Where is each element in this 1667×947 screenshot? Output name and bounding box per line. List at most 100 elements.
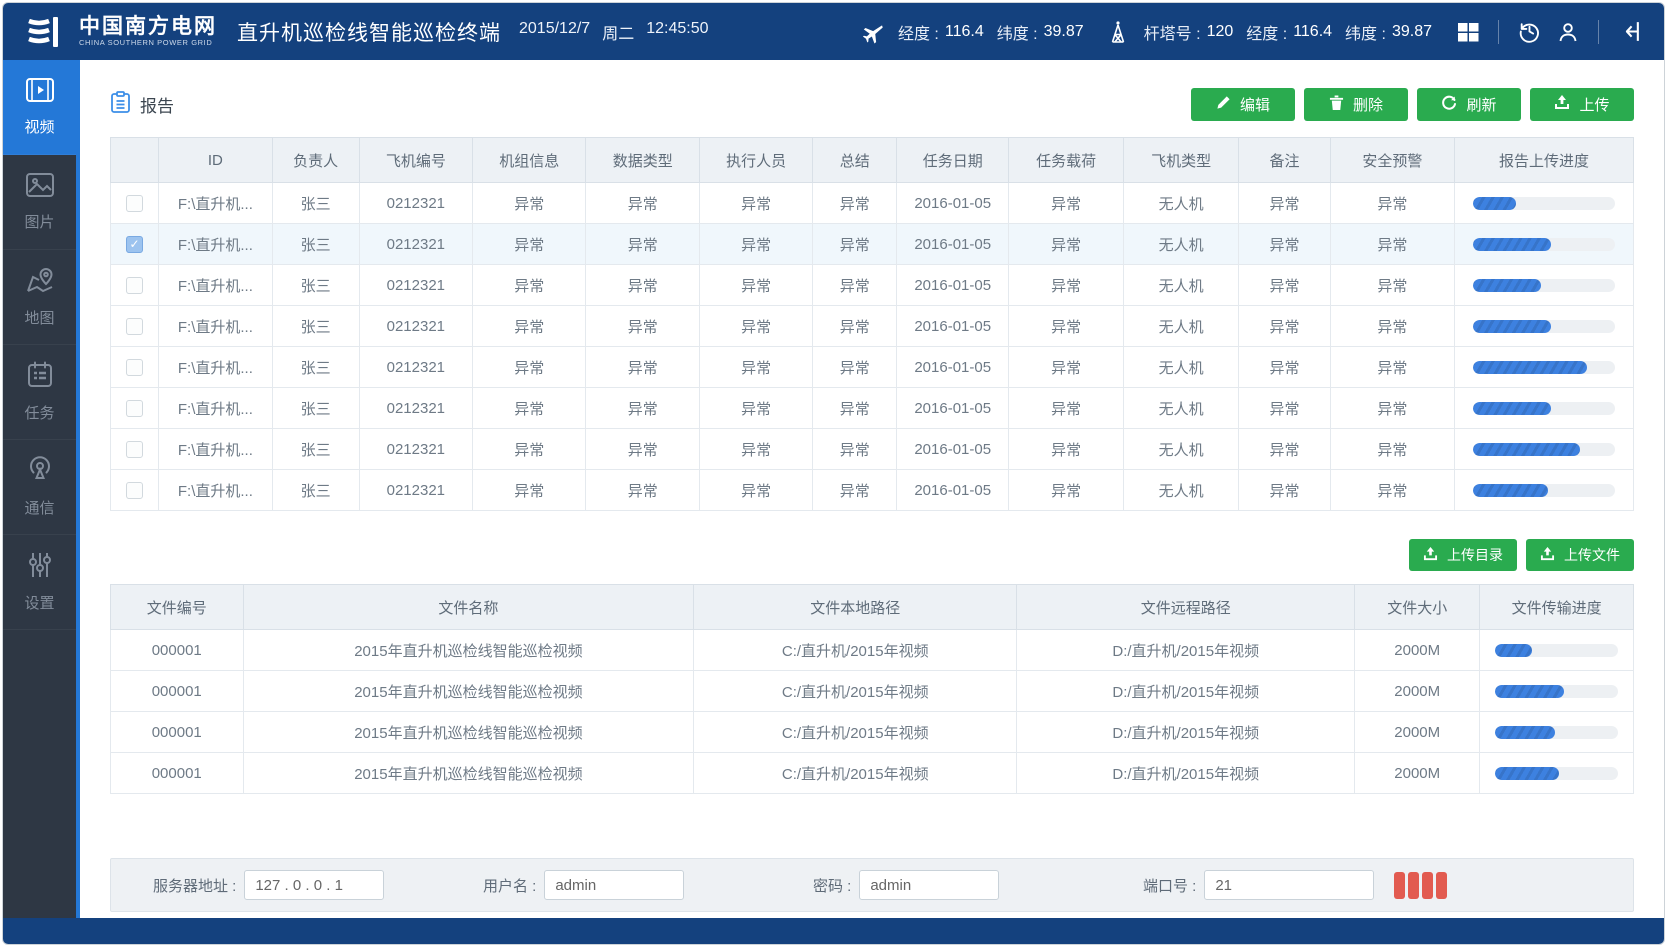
cell-payload: 异常 xyxy=(1009,388,1124,429)
cell-summary: 异常 xyxy=(813,306,897,347)
upload-directory-button[interactable]: 上传目录 xyxy=(1409,539,1517,571)
cell-id: F:\直升机... xyxy=(159,224,272,265)
time: 12:45:50 xyxy=(646,20,708,44)
cell-data-type: 异常 xyxy=(586,429,699,470)
cell-upload-progress xyxy=(1455,306,1634,347)
progress-track xyxy=(1473,443,1615,456)
row-checkbox[interactable] xyxy=(126,318,143,335)
cell-crew-info: 异常 xyxy=(473,347,586,388)
logout-icon[interactable] xyxy=(1616,19,1642,45)
cell-data-type: 异常 xyxy=(586,183,699,224)
sidebar-item-video[interactable]: 视频 xyxy=(3,60,76,155)
upload-button[interactable]: 上传 xyxy=(1530,88,1634,121)
cell-data-type: 异常 xyxy=(586,265,699,306)
cell-task-date: 2016-01-05 xyxy=(897,183,1009,224)
cell-plane-type: 无人机 xyxy=(1124,224,1239,265)
windows-icon[interactable] xyxy=(1455,19,1481,45)
cell-warning: 异常 xyxy=(1330,347,1454,388)
report-table-row: F:\直升机...张三0212321异常异常异常异常2016-01-05异常无人… xyxy=(111,306,1634,347)
sidebar-item-map[interactable]: 地图 xyxy=(3,250,76,345)
port-input[interactable] xyxy=(1204,870,1374,900)
sidebar-item-label: 图片 xyxy=(24,211,54,232)
cell-remark: 异常 xyxy=(1239,429,1331,470)
cell-remark: 异常 xyxy=(1239,265,1331,306)
tower-number-value: 120 xyxy=(1207,23,1234,41)
sidebar-item-communication[interactable]: 通信 xyxy=(3,440,76,535)
col-data-type: 数据类型 xyxy=(586,138,699,183)
map-pin-icon xyxy=(25,267,55,298)
connection-status-bars xyxy=(1394,872,1447,899)
cell-task-date: 2016-01-05 xyxy=(897,470,1009,511)
cell-upload-progress xyxy=(1455,429,1634,470)
sidebar-item-settings[interactable]: 设置 xyxy=(3,535,76,630)
cell-id: F:\直升机... xyxy=(159,470,272,511)
weekday: 周二 xyxy=(602,20,634,44)
row-checkbox[interactable]: ✓ xyxy=(126,236,143,253)
row-checkbox[interactable] xyxy=(126,482,143,499)
app-window: 中国南方电网 CHINA SOUTHERN POWER GRID 直升机巡检线智… xyxy=(2,2,1665,945)
file-table-row: 0000012015年直升机巡检线智能巡检视频C:/直升机/2015年视频D:/… xyxy=(111,712,1634,753)
cell-data-type: 异常 xyxy=(586,388,699,429)
cell-owner: 张三 xyxy=(272,429,359,470)
status-bar xyxy=(1394,872,1405,899)
cell-data-type: 异常 xyxy=(586,306,699,347)
server-address-input[interactable] xyxy=(244,870,384,900)
cell-warning: 异常 xyxy=(1330,183,1454,224)
cell-summary: 异常 xyxy=(813,429,897,470)
cell-executor: 异常 xyxy=(699,306,812,347)
cell-task-date: 2016-01-05 xyxy=(897,224,1009,265)
col-warning: 安全预警 xyxy=(1330,138,1454,183)
username-input[interactable] xyxy=(544,870,684,900)
brand-name-cn: 中国南方电网 xyxy=(79,16,217,38)
sidebar-item-image[interactable]: 图片 xyxy=(3,155,76,250)
edit-button[interactable]: 编辑 xyxy=(1191,88,1295,121)
csg-logo-icon xyxy=(25,13,69,51)
row-checkbox[interactable] xyxy=(126,195,143,212)
col-crew-info: 机组信息 xyxy=(473,138,586,183)
row-checkbox[interactable] xyxy=(126,277,143,294)
cell-transfer-progress xyxy=(1480,630,1634,671)
file-table-row: 0000012015年直升机巡检线智能巡检视频C:/直升机/2015年视频D:/… xyxy=(111,630,1634,671)
cell-warning: 异常 xyxy=(1330,470,1454,511)
cell-crew-info: 异常 xyxy=(473,224,586,265)
password-input[interactable] xyxy=(859,870,999,900)
cell-crew-info: 异常 xyxy=(473,470,586,511)
sidebar-item-task[interactable]: 任务 xyxy=(3,345,76,440)
sidebar-item-label: 通信 xyxy=(24,497,54,518)
cell-task-date: 2016-01-05 xyxy=(897,265,1009,306)
history-icon[interactable] xyxy=(1516,19,1542,45)
cell-task-date: 2016-01-05 xyxy=(897,429,1009,470)
cell-remote-path: D:/直升机/2015年视频 xyxy=(1017,712,1355,753)
row-checkbox[interactable] xyxy=(126,359,143,376)
top-header: 中国南方电网 CHINA SOUTHERN POWER GRID 直升机巡检线智… xyxy=(3,3,1664,60)
cell-remark: 异常 xyxy=(1239,470,1331,511)
upload-icon xyxy=(1554,95,1570,114)
cell-executor: 异常 xyxy=(699,429,812,470)
cell-upload-progress xyxy=(1455,183,1634,224)
progress-fill xyxy=(1473,320,1551,333)
cell-warning: 异常 xyxy=(1330,224,1454,265)
report-table: ID 负责人 飞机编号 机组信息 数据类型 执行人员 总结 任务日期 任务载荷 … xyxy=(110,137,1634,511)
tower-latitude: 纬度 : 39.87 xyxy=(1345,20,1432,44)
progress-track xyxy=(1495,726,1617,739)
server-settings-form: 服务器地址 : 用户名 : 密码 : 端口号 : xyxy=(110,858,1634,912)
cell-plane-no: 0212321 xyxy=(359,470,472,511)
delete-button[interactable]: 删除 xyxy=(1304,88,1408,121)
col-transfer-progress: 文件传输进度 xyxy=(1480,585,1634,630)
cell-transfer-progress xyxy=(1480,671,1634,712)
section-title: 报告 xyxy=(140,92,174,117)
cell-upload-progress xyxy=(1455,347,1634,388)
cell-owner: 张三 xyxy=(272,265,359,306)
col-file-no: 文件编号 xyxy=(111,585,244,630)
progress-track xyxy=(1495,685,1617,698)
upload-file-button[interactable]: 上传文件 xyxy=(1526,539,1634,571)
cell-file-name: 2015年直升机巡检线智能巡检视频 xyxy=(243,712,694,753)
checkbox-cell xyxy=(111,306,159,347)
row-checkbox[interactable] xyxy=(126,441,143,458)
refresh-button[interactable]: 刷新 xyxy=(1417,88,1521,121)
row-checkbox[interactable] xyxy=(126,400,143,417)
progress-fill xyxy=(1473,279,1541,292)
checkbox-cell xyxy=(111,470,159,511)
report-table-row: F:\直升机...张三0212321异常异常异常异常2016-01-05异常无人… xyxy=(111,470,1634,511)
user-icon[interactable] xyxy=(1555,19,1581,45)
